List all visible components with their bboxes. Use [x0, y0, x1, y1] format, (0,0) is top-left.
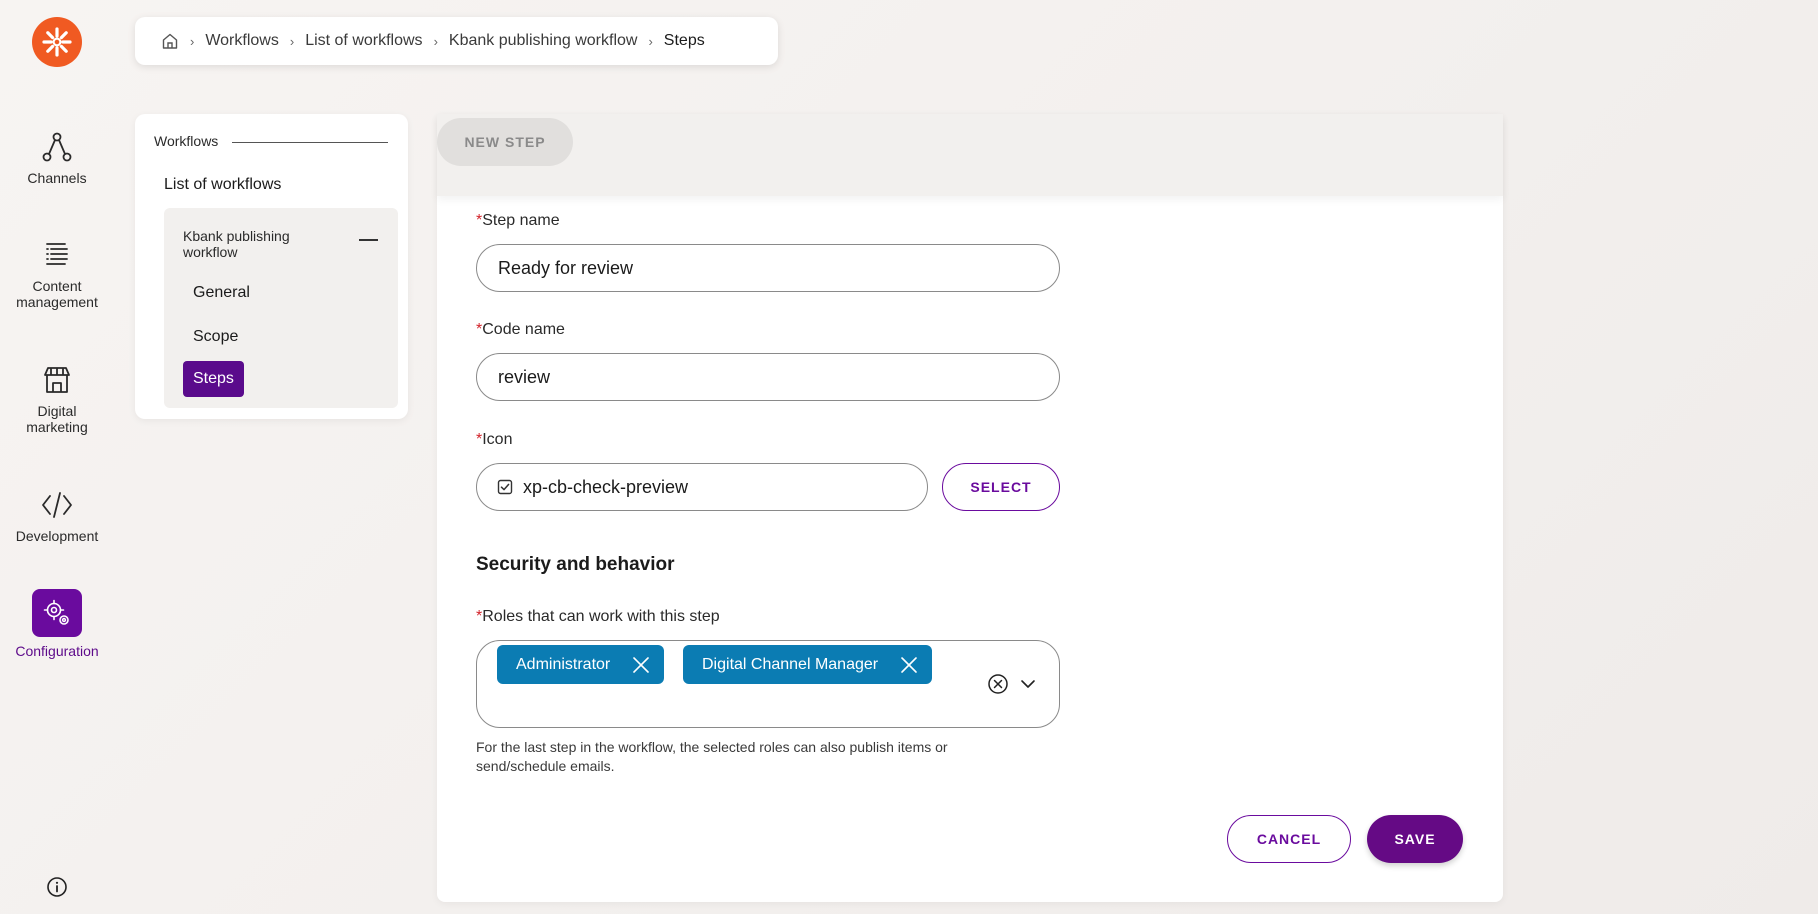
breadcrumb-list-of-workflows[interactable]: List of workflows: [305, 32, 422, 50]
channels-icon: [42, 132, 72, 162]
role-tag-digital-channel-manager: Digital Channel Manager: [683, 645, 933, 684]
role-tag-label: Digital Channel Manager: [702, 655, 879, 673]
chevron-right-icon: ›: [648, 33, 653, 49]
clear-icon[interactable]: [987, 673, 1009, 695]
store-icon: [44, 367, 70, 393]
rail-item-content-management[interactable]: Content management: [0, 238, 114, 310]
app-logo[interactable]: [32, 17, 82, 67]
remove-tag-icon[interactable]: [632, 656, 650, 674]
rail-label-development: Development: [15, 528, 99, 544]
code-name-input[interactable]: review: [476, 353, 1060, 401]
chevron-down-icon[interactable]: [1019, 675, 1037, 693]
subnav-group-label: Workflows: [154, 133, 219, 149]
breadcrumb-kbank-workflow[interactable]: Kbank publishing workflow: [449, 32, 638, 50]
icon-label: *Icon: [476, 431, 512, 449]
subnav-list-of-workflows[interactable]: List of workflows: [164, 176, 281, 194]
step-name-value: Ready for review: [498, 257, 634, 278]
configuration-icon-box: [32, 589, 82, 637]
breadcrumb-current: Steps: [663, 32, 705, 49]
roles-label: *Roles that can work with this step: [476, 608, 720, 626]
rail-label-content-management: Content management: [16, 278, 98, 310]
subnav-divider: [232, 142, 388, 143]
breadcrumb: › Workflows › List of workflows › Kbank …: [135, 17, 778, 65]
rail-label-channels: Channels: [27, 170, 87, 186]
rail-item-configuration[interactable]: Configuration: [0, 589, 114, 659]
select-icon-button[interactable]: SELECT: [942, 463, 1060, 511]
step-name-label: *Step name: [476, 212, 560, 230]
subnav-item-scope[interactable]: Scope: [193, 328, 238, 346]
save-button[interactable]: SAVE: [1367, 815, 1463, 863]
check-preview-icon: [497, 479, 513, 495]
rail-item-digital-marketing[interactable]: Digital marketing: [0, 363, 114, 435]
step-name-label-text: Step name: [482, 212, 560, 229]
left-rail: Channels Content management Digital mark…: [0, 0, 114, 914]
code-name-label-text: Code name: [482, 321, 565, 338]
step-form-card: NEW STEP *Step name Ready for review *Co…: [437, 114, 1503, 902]
code-name-label: *Code name: [476, 321, 565, 339]
section-title-security: Security and behavior: [476, 554, 675, 575]
icon-value: xp-cb-check-preview: [523, 476, 689, 497]
role-tag-administrator: Administrator: [497, 645, 665, 684]
content-management-icon: [46, 243, 68, 265]
home-icon[interactable]: [161, 32, 179, 50]
gear-icon: [43, 599, 69, 625]
icon-field[interactable]: xp-cb-check-preview: [476, 463, 928, 511]
logo-icon: [42, 27, 72, 57]
roles-multiselect[interactable]: Administrator Digital Channel Manager: [476, 640, 1060, 728]
new-step-button[interactable]: NEW STEP: [437, 118, 573, 166]
cancel-button[interactable]: CANCEL: [1227, 815, 1351, 863]
icon-label-text: Icon: [482, 431, 513, 448]
workflow-panel: Kbank publishing workflow General Scope …: [164, 208, 398, 408]
chevron-right-icon: ›: [190, 33, 195, 49]
roles-label-text: Roles that can work with this step: [482, 608, 720, 625]
rail-label-configuration: Configuration: [15, 643, 99, 659]
role-tag-label: Administrator: [516, 655, 611, 673]
subnav-item-general[interactable]: General: [193, 284, 250, 302]
workflow-subnav: Workflows List of workflows Kbank publis…: [135, 114, 408, 419]
chevron-right-icon: ›: [289, 33, 295, 49]
step-name-input[interactable]: Ready for review: [476, 244, 1060, 292]
form-toolbar: NEW STEP: [437, 114, 1503, 196]
chevron-right-icon: ›: [433, 33, 438, 49]
rail-item-development[interactable]: Development: [0, 488, 114, 544]
code-icon: [42, 492, 72, 518]
collapse-icon[interactable]: [359, 239, 378, 241]
remove-tag-icon[interactable]: [900, 656, 918, 674]
breadcrumb-workflows[interactable]: Workflows: [205, 32, 279, 50]
rail-label-digital-marketing: Digital marketing: [26, 403, 88, 435]
roles-helper-text: For the last step in the workflow, the s…: [476, 739, 948, 774]
rail-item-channels[interactable]: Channels: [0, 130, 114, 186]
subnav-item-steps[interactable]: Steps: [183, 361, 244, 397]
panel-title: Kbank publishing workflow: [183, 228, 290, 260]
code-name-value: review: [498, 366, 551, 387]
info-icon[interactable]: [46, 876, 68, 898]
